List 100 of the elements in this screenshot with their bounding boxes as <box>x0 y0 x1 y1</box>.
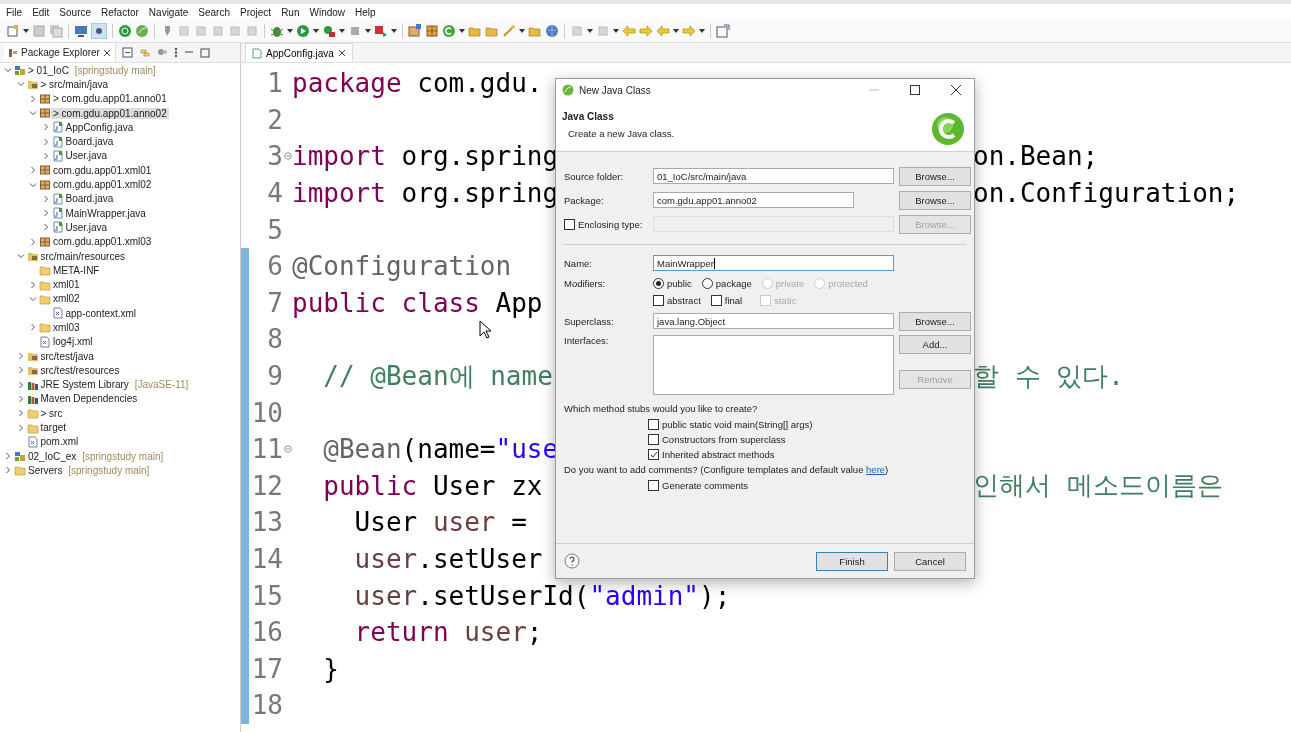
tree-item[interactable]: com.gdu.app01.xml01 <box>51 164 154 176</box>
menu-item[interactable]: Window <box>305 6 350 18</box>
browse-button[interactable]: Browse... <box>899 190 971 210</box>
cancel-button[interactable]: Cancel <box>894 551 966 571</box>
menu-item[interactable]: Edit <box>28 6 54 18</box>
fold-toggle-icon[interactable] <box>283 445 292 454</box>
dropdown-caret-icon[interactable] <box>313 29 319 33</box>
globe-icon[interactable] <box>545 24 559 38</box>
tree-item[interactable]: com.gdu.app01.xml03 <box>51 236 154 248</box>
add-button[interactable]: Add... <box>899 335 971 354</box>
collapse-chevron-icon[interactable] <box>16 252 25 260</box>
tree-item[interactable]: log4j.xml <box>51 336 95 348</box>
tree-item[interactable]: src/test/resources <box>38 364 122 376</box>
run-icon[interactable] <box>296 24 310 38</box>
tree-item[interactable]: target <box>38 422 69 434</box>
open-folder-icon[interactable] <box>485 24 499 38</box>
monitor-icon[interactable] <box>74 24 88 38</box>
tree-item[interactable]: pom.xml <box>38 436 81 448</box>
close-icon[interactable] <box>102 48 111 57</box>
dropdown-caret-icon[interactable] <box>365 29 371 33</box>
name-field[interactable]: MainWrapper <box>653 255 894 271</box>
help-icon[interactable] <box>564 553 580 569</box>
tree-item[interactable]: > 01_IoC [springstudy main] <box>26 64 158 76</box>
maximize-icon[interactable] <box>910 85 920 95</box>
dropdown-caret-icon[interactable] <box>587 29 593 33</box>
close-icon[interactable] <box>337 49 346 57</box>
selection-tool-icon[interactable] <box>91 23 107 39</box>
tree-item[interactable]: Board.java <box>63 193 116 205</box>
source-folder-field[interactable]: 01_IoC/src/main/java <box>653 168 894 184</box>
tree-item[interactable]: com.gdu.app01.xml02 <box>51 179 154 190</box>
dropdown-caret-icon[interactable] <box>23 29 29 33</box>
generate-comments-checkbox[interactable]: Generate comments <box>648 480 966 491</box>
tree-item[interactable]: xml01 <box>51 279 82 291</box>
tree-item[interactable]: Servers [springstudy main] <box>26 464 152 476</box>
radio-option[interactable]: public <box>653 277 692 289</box>
tree-item[interactable]: xml03 <box>51 322 82 333</box>
tree-item[interactable]: src/test/java <box>38 350 96 362</box>
browse-button[interactable]: Browse... <box>899 311 971 331</box>
expand-chevron-icon[interactable] <box>29 323 37 332</box>
tree-item[interactable]: Maven Dependencies <box>38 393 140 405</box>
editor-tab[interactable]: AppConfig.java <box>245 43 353 62</box>
perspective-icon[interactable] <box>716 24 730 38</box>
package-field[interactable]: com.gdu.app01.anno02 <box>653 192 854 208</box>
fold-toggle-icon[interactable] <box>283 152 292 161</box>
interfaces-list[interactable] <box>653 335 894 395</box>
tree-item[interactable]: Board.java <box>63 136 116 148</box>
dropdown-caret-icon[interactable] <box>391 29 397 33</box>
menu-item[interactable]: Run <box>277 6 304 18</box>
menu-item[interactable]: Help <box>351 6 380 18</box>
explorer-tab[interactable]: Package Explorer <box>4 43 116 62</box>
forward-arrow-icon[interactable] <box>639 24 653 38</box>
filter-icon[interactable] <box>156 47 168 58</box>
expand-chevron-icon[interactable] <box>29 280 37 289</box>
dropdown-caret-icon[interactable] <box>339 29 345 33</box>
menu-item[interactable]: Refactor <box>97 6 143 18</box>
bug-icon[interactable] <box>270 24 284 38</box>
tree-item[interactable]: User.java <box>63 150 110 162</box>
tree-item[interactable]: AppConfig.java <box>63 121 136 133</box>
dropdown-caret-icon[interactable] <box>699 29 705 33</box>
collapse-chevron-icon[interactable] <box>29 180 37 189</box>
collapse-all-icon[interactable] <box>121 47 133 58</box>
tree-item[interactable]: xml02 <box>51 293 82 305</box>
menu-item[interactable]: Source <box>55 6 96 18</box>
collapse-chevron-icon[interactable] <box>29 294 37 303</box>
tree-item[interactable]: > com.gdu.app01.anno02 <box>51 107 169 119</box>
tree-item[interactable]: JRE System Library [JavaSE-11] <box>38 379 191 391</box>
tree-item[interactable]: src/main/resources <box>38 250 127 262</box>
menu-item[interactable]: File <box>2 6 27 18</box>
tree-item[interactable]: META-INF <box>51 264 102 276</box>
dropdown-caret-icon[interactable] <box>287 29 293 33</box>
expand-chevron-icon[interactable] <box>29 94 37 103</box>
link-icon[interactable] <box>138 47 151 58</box>
dropdown-caret-icon[interactable] <box>459 29 465 33</box>
menu-item[interactable]: Project <box>236 6 276 18</box>
collapse-chevron-icon[interactable] <box>29 109 37 118</box>
external-tools-icon[interactable] <box>322 24 336 38</box>
tree-item[interactable]: User.java <box>63 221 110 233</box>
leaf-icon[interactable] <box>135 24 149 38</box>
tree-item[interactable]: > com.gdu.app01.anno01 <box>51 93 169 105</box>
stub-checkbox[interactable]: Inherited abstract methods <box>648 449 966 460</box>
server-icon[interactable] <box>374 24 388 38</box>
modifier-checkbox[interactable]: abstract <box>653 294 701 306</box>
menu-item[interactable]: Search <box>194 6 234 18</box>
tree-item[interactable]: > src/main/java <box>38 78 111 90</box>
menu-item[interactable]: Navigate <box>144 6 193 18</box>
tree-item[interactable]: app-context.xml <box>63 307 139 319</box>
view-menu-icon[interactable] <box>173 47 178 58</box>
stub-checkbox[interactable]: public static void main(String[] args) <box>648 419 966 430</box>
dropdown-caret-icon[interactable] <box>673 29 679 33</box>
close-icon[interactable] <box>951 85 961 95</box>
stub-checkbox[interactable]: Constructors from superclass <box>648 434 966 445</box>
power-icon[interactable] <box>118 24 132 38</box>
finish-button[interactable]: Finish <box>816 551 888 571</box>
browse-button[interactable]: Browse... <box>899 166 971 186</box>
save-all-icon[interactable] <box>49 24 63 38</box>
grid-icon[interactable] <box>425 24 439 38</box>
modifier-checkbox[interactable]: final <box>710 294 743 306</box>
tree-item[interactable]: > src <box>38 407 65 419</box>
tree-item[interactable]: 02_IoC_ex [springstudy main] <box>26 450 166 462</box>
new-package-icon[interactable] <box>408 24 422 38</box>
